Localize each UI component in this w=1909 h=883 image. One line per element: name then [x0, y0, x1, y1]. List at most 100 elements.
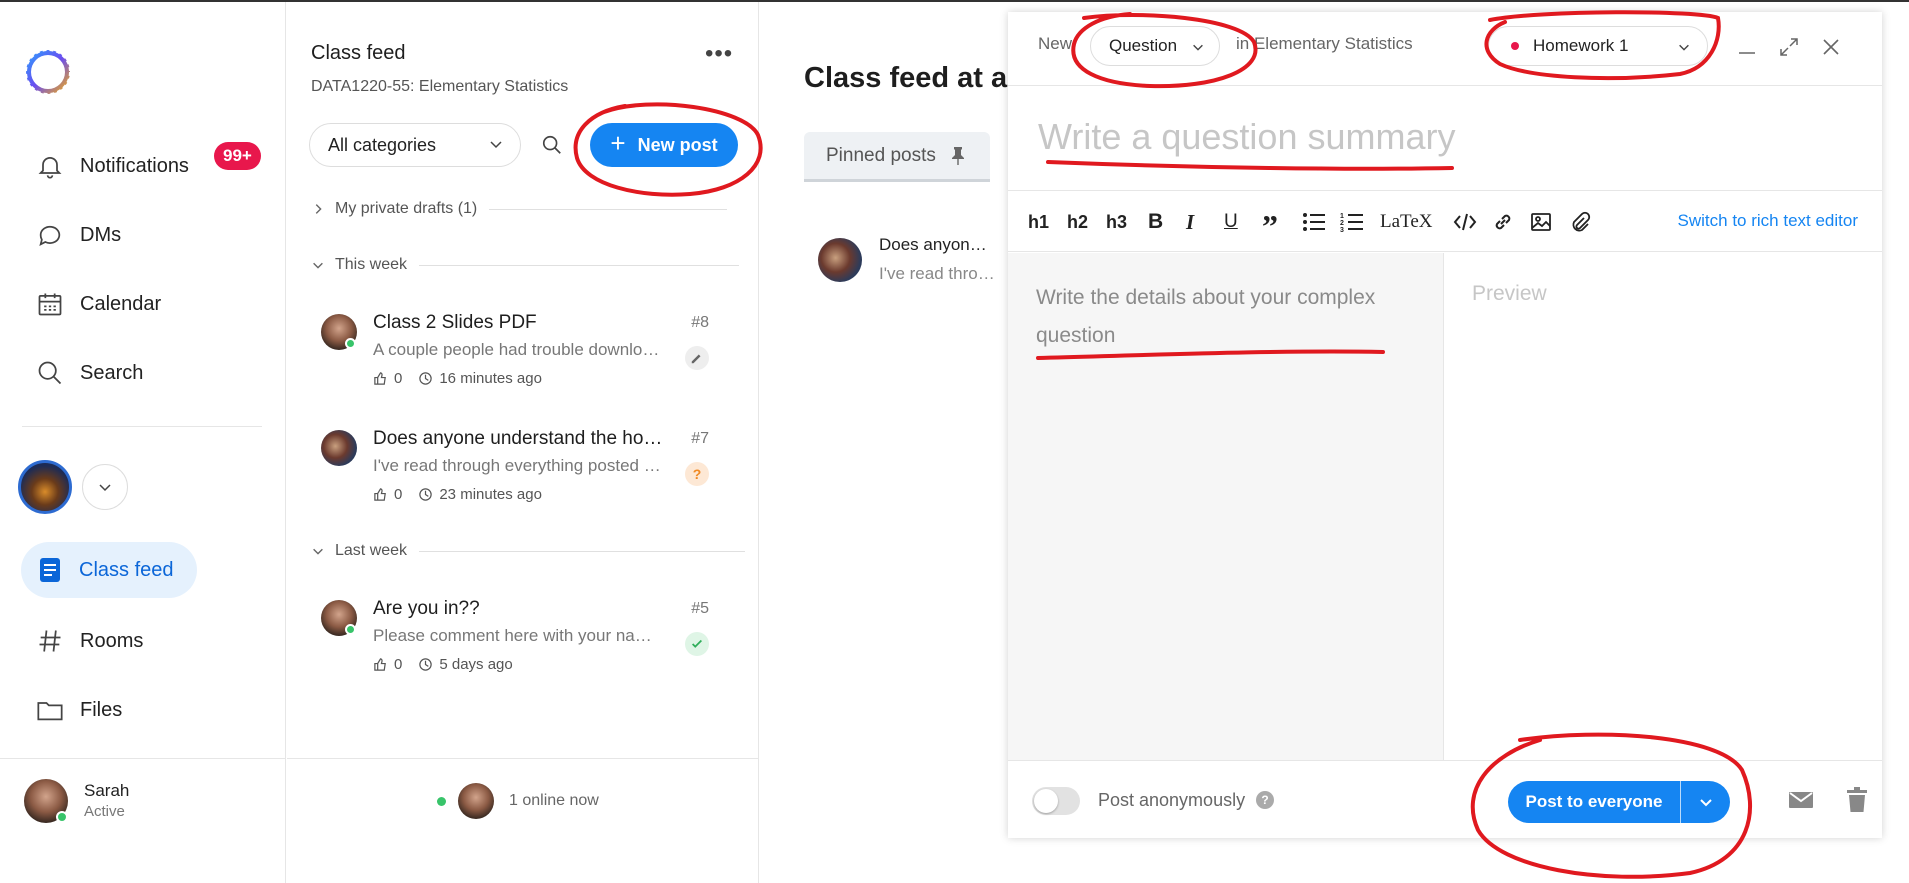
pinned-post-snippet: I've read thro… — [879, 264, 995, 283]
chevron-down-icon — [1699, 799, 1712, 807]
post-button[interactable]: Post to everyone — [1508, 781, 1730, 823]
nav-rooms[interactable]: Rooms — [36, 621, 143, 661]
nav-divider — [22, 426, 262, 427]
course-avatar[interactable] — [18, 460, 72, 514]
minimize-icon[interactable] — [1736, 36, 1758, 58]
post-type-value: Question — [1109, 36, 1178, 55]
question-details-input[interactable]: Write the details about your complex que… — [1008, 253, 1444, 760]
question-summary-input[interactable]: Write a question summary — [1038, 116, 1455, 158]
course-switcher-button[interactable] — [82, 464, 128, 510]
chevron-down-icon — [313, 548, 323, 555]
nav-calendar[interactable]: Calendar — [36, 284, 161, 324]
feed-post[interactable]: Class 2 Slides PDF #8 A couple people ha… — [321, 312, 721, 408]
heading1-button[interactable]: h1 — [1028, 209, 1049, 235]
post-snippet: Please comment here with your na… — [373, 626, 652, 645]
italic-button[interactable]: I — [1186, 209, 1194, 235]
new-post-button[interactable]: + New post — [590, 123, 738, 167]
close-icon[interactable] — [1820, 36, 1842, 58]
heading2-button[interactable]: h2 — [1067, 209, 1088, 235]
chevron-down-icon — [99, 484, 111, 492]
feed-search-button[interactable] — [533, 126, 571, 164]
nav-dms[interactable]: DMs — [36, 215, 121, 255]
page-title: Class feed at a — [804, 62, 1008, 94]
button-divider — [1680, 781, 1681, 823]
post-number: #8 — [691, 314, 709, 331]
post-snippet: A couple people had trouble downlo… — [373, 340, 660, 359]
bullet-list-icon[interactable] — [1302, 209, 1326, 235]
post-time: 23 minutes ago — [439, 486, 542, 503]
app-logo-icon[interactable] — [22, 46, 74, 98]
help-icon[interactable]: ? — [1256, 791, 1274, 809]
post-meta: 0 16 minutes ago — [373, 370, 542, 387]
image-icon[interactable] — [1530, 209, 1552, 235]
notifications-badge: 99+ — [214, 142, 261, 170]
search-icon — [542, 135, 561, 154]
heading3-button[interactable]: h3 — [1106, 209, 1127, 235]
hash-icon — [39, 630, 61, 652]
drafts-section[interactable]: My private drafts (1) — [311, 200, 728, 218]
nav-rooms-label: Rooms — [80, 629, 144, 652]
author-avatar — [321, 430, 357, 466]
tab-pinned-posts[interactable]: Pinned posts — [804, 132, 990, 182]
left-navigation: Notifications 99+ DMs Calendar Search Cl… — [0, 2, 286, 883]
bold-button[interactable]: B — [1148, 209, 1163, 235]
chat-bubble-icon — [39, 225, 61, 246]
bell-icon — [38, 156, 62, 179]
this-week-section[interactable]: This week — [311, 256, 740, 274]
anonymous-toggle[interactable] — [1032, 787, 1080, 815]
post-type-select[interactable]: Question — [1090, 26, 1220, 66]
nav-files[interactable]: Files — [36, 690, 122, 730]
post-title: Class 2 Slides PDF — [373, 312, 537, 333]
trash-icon[interactable] — [1846, 787, 1868, 813]
switch-rich-text-link[interactable]: Switch to rich text editor — [1678, 211, 1858, 231]
expand-icon[interactable] — [1778, 36, 1800, 58]
pinned-label: Pinned posts — [826, 144, 936, 166]
nav-search-label: Search — [80, 361, 144, 384]
course-name: DATA1220-55: Elementary Statistics — [311, 78, 569, 95]
like-count: 0 — [394, 486, 403, 503]
svg-text:2: 2 — [1340, 220, 1344, 227]
quote-button[interactable]: ” — [1262, 208, 1278, 244]
nav-files-label: Files — [80, 698, 123, 721]
post-meta: 0 5 days ago — [373, 656, 513, 673]
nav-notifications[interactable]: Notifications — [36, 146, 189, 186]
feed-post[interactable]: Are you in?? #5 Please comment here with… — [321, 598, 721, 694]
nav-class-feed[interactable]: Class feed — [21, 542, 197, 598]
underline-button[interactable]: U — [1224, 209, 1238, 235]
pin-icon — [951, 146, 964, 165]
chevron-right-icon — [315, 204, 322, 214]
mail-icon[interactable] — [1788, 789, 1814, 811]
post-button-label: Post to everyone — [1525, 792, 1663, 811]
numbered-list-icon[interactable]: 123 — [1340, 209, 1364, 235]
nav-class-feed-label: Class feed — [79, 558, 174, 581]
drafts-label: My private drafts (1) — [335, 200, 478, 217]
nav-notifications-label: Notifications — [80, 154, 189, 177]
latex-button[interactable]: LaTeX — [1380, 209, 1432, 235]
category-select[interactable]: All categories — [309, 123, 521, 167]
code-icon[interactable] — [1453, 209, 1477, 235]
attachment-icon[interactable] — [1569, 209, 1591, 235]
feed-post[interactable]: Does anyone understand the ho… #7 I've r… — [321, 428, 721, 524]
nav-search[interactable]: Search — [36, 353, 143, 393]
post-time: 5 days ago — [439, 656, 513, 673]
post-options-dropdown[interactable] — [1681, 794, 1730, 810]
nav-calendar-label: Calendar — [80, 292, 162, 315]
folder-select[interactable]: Homework 1 — [1488, 26, 1708, 66]
folder-value: Homework 1 — [1533, 36, 1629, 55]
thumbs-up-icon — [374, 658, 386, 671]
last-week-section[interactable]: Last week — [311, 542, 746, 560]
search-icon — [38, 361, 62, 385]
pencil-icon — [685, 346, 709, 370]
author-avatar — [818, 238, 862, 282]
online-dot — [437, 797, 446, 806]
post-title: Does anyone understand the ho… — [373, 428, 663, 449]
folder-color-dot — [1511, 42, 1519, 50]
link-icon[interactable] — [1492, 209, 1514, 235]
plus-icon: + — [610, 128, 626, 158]
current-user[interactable]: Sarah Active — [0, 758, 286, 883]
folder-icon — [37, 702, 63, 721]
section-divider — [419, 264, 740, 266]
pinned-post-title: Does anyon… — [879, 235, 987, 254]
post-title: Are you in?? — [373, 598, 480, 619]
more-options-icon[interactable]: ••• — [705, 40, 733, 68]
